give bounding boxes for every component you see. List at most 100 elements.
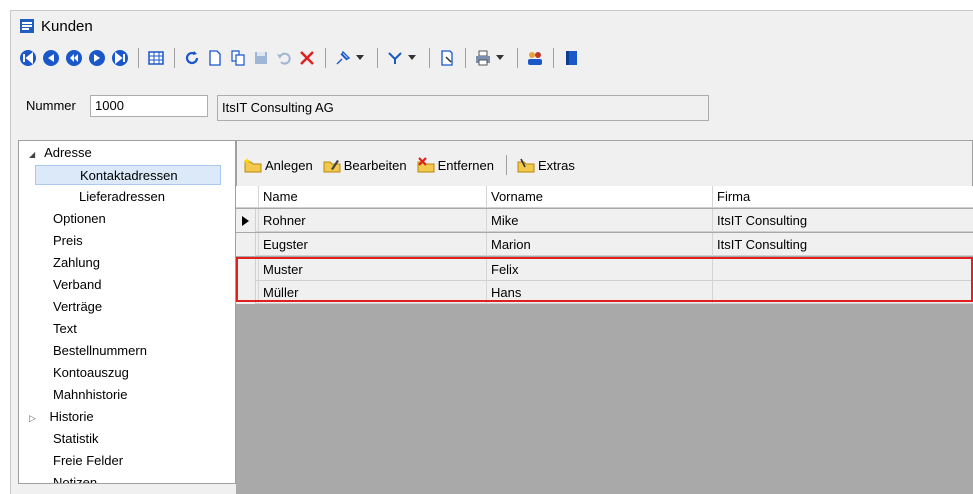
collapse-icon[interactable]: ◢ [29, 150, 35, 159]
contacts-icon [528, 52, 542, 65]
toolbar-separator [517, 48, 518, 68]
filter-dropdown[interactable] [407, 47, 417, 69]
contacts-button[interactable] [524, 47, 546, 69]
extras-label: Extras [537, 157, 575, 173]
delete-button[interactable] [296, 47, 318, 69]
nav-item-zahlung[interactable]: Zahlung [53, 253, 100, 273]
cell-name[interactable]: Muster [258, 258, 486, 281]
table-row[interactable]: Eugster Marion ItsIT Consulting [236, 233, 973, 256]
print-icon [476, 50, 490, 66]
nav-item-statistik[interactable]: Statistik [53, 429, 99, 449]
toolbar-separator [325, 48, 326, 68]
table-row[interactable]: Müller Hans [236, 281, 973, 304]
cell-name[interactable]: Müller [258, 281, 486, 304]
nav-item-adresse[interactable]: ◢ Adresse [29, 143, 92, 163]
grid-toolbar-separator [505, 155, 507, 175]
entfernen-label: Entfernen [437, 157, 494, 173]
nav-item-notizen[interactable]: Notizen [53, 473, 98, 484]
grid-header: Name Vorname Firma [236, 186, 973, 208]
contacts-grid: Name Vorname Firma Rohner Mike ItsIT Con… [236, 186, 973, 494]
extras-folder-icon [517, 158, 535, 173]
cell-vorname[interactable]: Hans [486, 281, 712, 304]
nav-item-preis[interactable]: Preis [53, 231, 83, 251]
last-record-button[interactable] [109, 47, 131, 69]
cell-vorname[interactable]: Felix [486, 258, 712, 281]
nav-item-label: Kontaktadressen [80, 168, 178, 183]
bearbeiten-button[interactable]: Bearbeiten [323, 157, 407, 173]
toolbar-separator [174, 48, 175, 68]
new-button[interactable] [204, 47, 226, 69]
nav-item-label: Verband [53, 277, 102, 292]
column-header-firma[interactable]: Firma [712, 186, 973, 208]
column-header-vorname[interactable]: Vorname [486, 186, 712, 208]
nav-item-text[interactable]: Text [53, 319, 77, 339]
nav-item-label: Text [53, 321, 77, 336]
nav-item-label: Adresse [44, 145, 92, 160]
extras-button[interactable]: Extras [517, 157, 575, 173]
undo-icon [277, 52, 291, 65]
nummer-field[interactable]: 1000 [90, 95, 208, 117]
column-header-name[interactable]: Name [258, 186, 486, 208]
grid-toolbar: Anlegen Bearbeiten Entfernen Extras [236, 152, 585, 178]
table-row[interactable]: Muster Felix [236, 258, 973, 281]
cell-vorname[interactable]: Marion [486, 233, 712, 256]
print-dropdown[interactable] [495, 47, 505, 69]
row-selector[interactable] [236, 281, 256, 304]
row-selector[interactable] [236, 209, 256, 232]
copy-button[interactable] [227, 47, 249, 69]
row-selector[interactable] [236, 258, 256, 281]
filter-icon [388, 52, 402, 64]
anlegen-label: Anlegen [265, 157, 313, 173]
row-selector[interactable] [236, 233, 256, 256]
nav-item-mahnhistorie[interactable]: Mahnhistorie [53, 385, 127, 405]
navigation-tree: ◢ Adresse Kontaktadressen Lieferadressen… [18, 140, 236, 484]
refresh-button[interactable] [181, 47, 203, 69]
nav-item-label: Lieferadressen [79, 189, 165, 204]
nav-item-lieferadressen[interactable]: Lieferadressen [79, 187, 165, 207]
anlegen-button[interactable]: Anlegen [244, 157, 313, 173]
nav-item-historie[interactable]: ▷ Historie [29, 407, 94, 427]
first-record-button[interactable] [17, 47, 39, 69]
undo-button[interactable] [273, 47, 295, 69]
cell-name[interactable]: Eugster [258, 233, 486, 256]
remove-folder-icon [417, 157, 435, 173]
nummer-label: Nummer [26, 98, 76, 113]
nav-item-kontoauszug[interactable]: Kontoauszug [53, 363, 129, 383]
nav-item-optionen[interactable]: Optionen [53, 209, 106, 229]
first-icon [20, 50, 36, 66]
company-name-field[interactable]: ItsIT Consulting AG [217, 95, 709, 121]
cell-firma[interactable] [712, 258, 973, 281]
prev-record-button[interactable] [63, 47, 85, 69]
nav-item-bestellnummern[interactable]: Bestellnummern [53, 341, 147, 361]
bearbeiten-label: Bearbeiten [343, 157, 407, 173]
cell-firma[interactable] [712, 281, 973, 304]
nav-item-freie-felder[interactable]: Freie Felder [53, 451, 123, 471]
save-button[interactable] [250, 47, 272, 69]
nav-item-verband[interactable]: Verband [53, 275, 101, 295]
window-title: Kunden [41, 17, 93, 35]
row-selector-header [236, 186, 258, 208]
nav-item-kontaktadressen[interactable]: Kontaktadressen [35, 165, 221, 185]
export-button[interactable] [436, 47, 458, 69]
expand-icon[interactable]: ▷ [29, 413, 36, 423]
nav-item-vertraege[interactable]: Verträge [53, 297, 102, 317]
cell-firma[interactable]: ItsIT Consulting [712, 233, 973, 256]
cell-firma[interactable]: ItsIT Consulting [712, 209, 973, 232]
pin-dropdown[interactable] [355, 47, 365, 69]
entfernen-button[interactable]: Entfernen [417, 157, 494, 173]
print-button[interactable] [472, 47, 494, 69]
nav-item-label: Verträge [53, 299, 103, 314]
table-view-button[interactable] [145, 47, 167, 69]
chevron-down-icon [408, 55, 416, 60]
book-button[interactable] [560, 47, 582, 69]
cell-vorname[interactable]: Mike [486, 209, 712, 232]
cell-name[interactable]: Rohner [258, 209, 486, 232]
filter-button[interactable] [384, 47, 406, 69]
nav-item-label: Notizen [53, 475, 98, 484]
pin-button[interactable] [332, 47, 354, 69]
prev-page-button[interactable] [40, 47, 62, 69]
table-row[interactable]: Rohner Mike ItsIT Consulting [236, 209, 973, 232]
toolbar-separator [138, 48, 139, 68]
next-record-button[interactable] [86, 47, 108, 69]
delete-icon [300, 51, 314, 65]
